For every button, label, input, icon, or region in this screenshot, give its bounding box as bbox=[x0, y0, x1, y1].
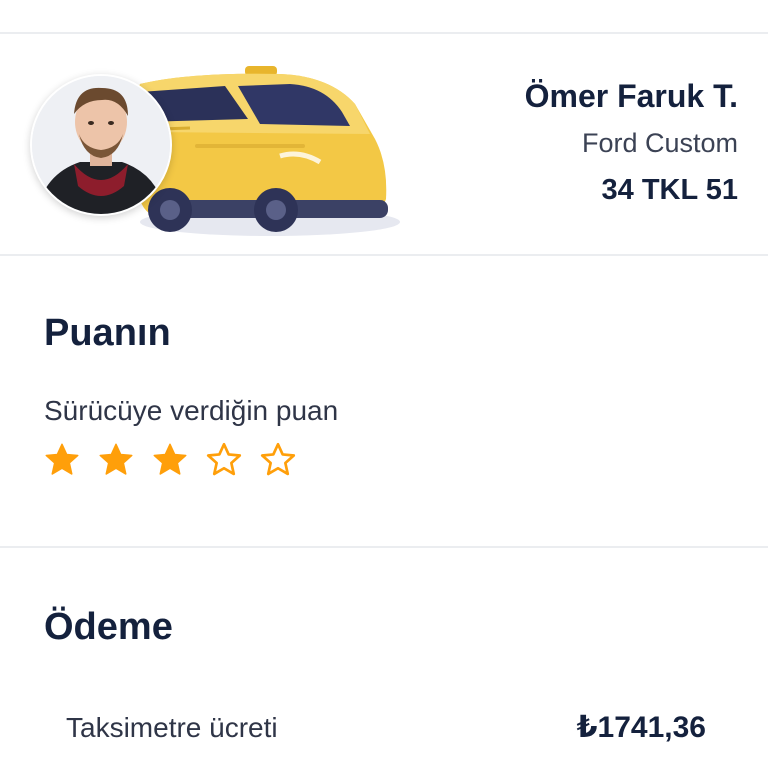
payment-title: Ödeme bbox=[44, 606, 173, 648]
star-outline-icon[interactable] bbox=[260, 442, 296, 478]
rating-title: Puanın bbox=[44, 312, 171, 354]
driver-info: Ömer Faruk T. Ford Custom 34 TKL 51 bbox=[525, 76, 738, 208]
star-filled-icon[interactable] bbox=[152, 442, 188, 478]
star-filled-icon[interactable] bbox=[44, 442, 80, 478]
fare-row: Taksimetre ücreti ₺1741,36 bbox=[66, 708, 706, 748]
driver-name: Ömer Faruk T. bbox=[524, 78, 738, 114]
fare-label: Taksimetre ücreti bbox=[66, 712, 278, 743]
rating-divider bbox=[0, 546, 768, 548]
driver-avatar bbox=[30, 74, 172, 216]
star-outline-icon[interactable] bbox=[206, 442, 242, 478]
car-model: Ford Custom bbox=[581, 128, 738, 158]
payment-section: Ödeme Taksimetre ücreti ₺1741,36 bbox=[44, 604, 724, 744]
driver-divider bbox=[0, 254, 768, 256]
rating-subtitle: Sürücüye verdiğin puan bbox=[44, 395, 339, 426]
driver-card: Ömer Faruk T. Ford Custom 34 TKL 51 bbox=[0, 34, 768, 254]
rating-section: Puanın Sürücüye verdiğin puan bbox=[44, 310, 338, 478]
fare-value: ₺1741,36 bbox=[576, 711, 706, 744]
star-rating bbox=[44, 442, 338, 478]
license-plate: 34 TKL 51 bbox=[601, 174, 738, 206]
driver-photo-icon bbox=[32, 76, 170, 214]
ride-summary-page: Ömer Faruk T. Ford Custom 34 TKL 51 Puan… bbox=[0, 0, 768, 768]
star-filled-icon[interactable] bbox=[98, 442, 134, 478]
